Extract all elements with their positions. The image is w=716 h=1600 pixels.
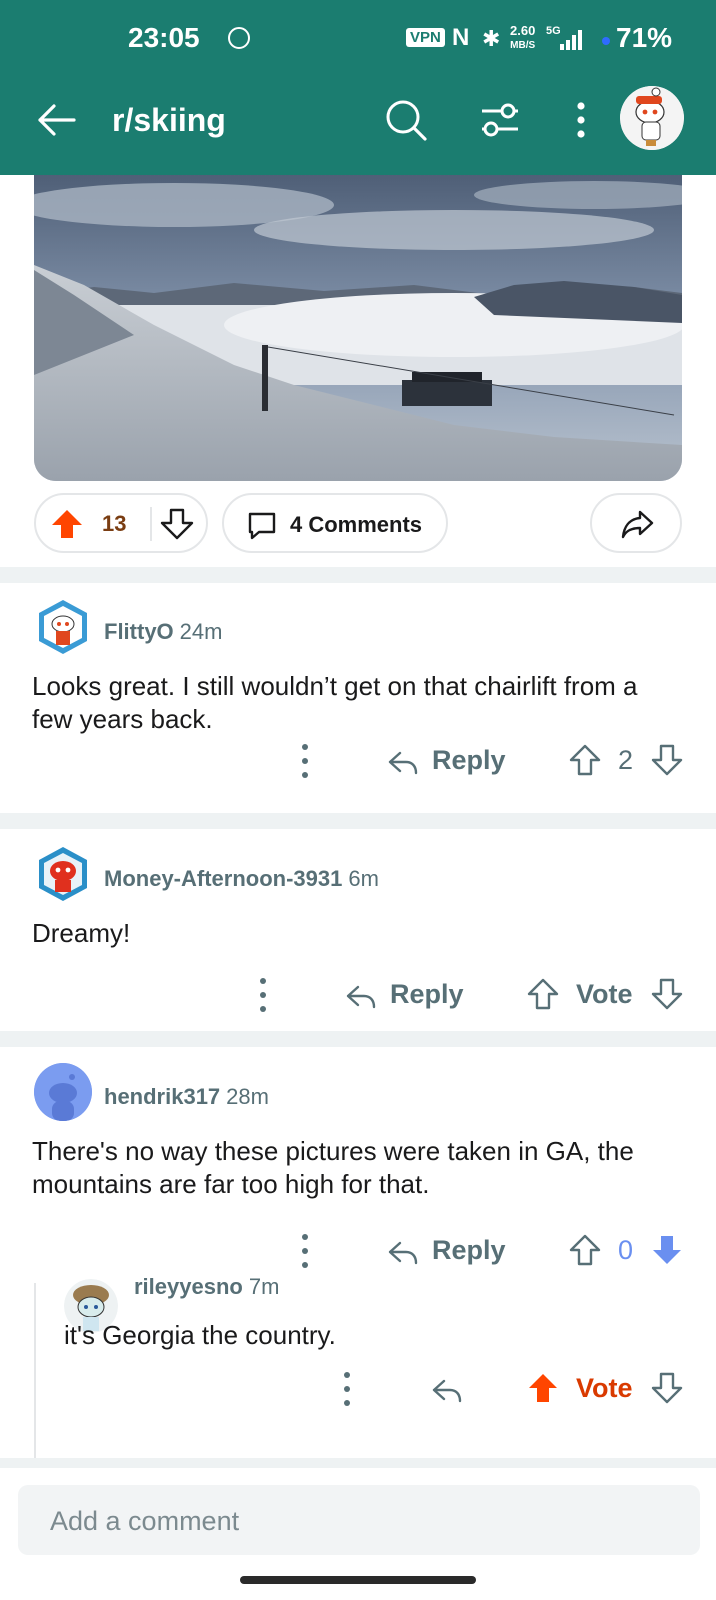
comment: FlittyO 24m Looks great. I still wouldn’t… <box>0 583 716 813</box>
share-button[interactable] <box>590 493 682 553</box>
comment-actions: Reply 2 <box>0 737 716 787</box>
subreddit-title[interactable]: r/skiing <box>112 102 226 139</box>
comment-body: There's no way these pictures were taken… <box>32 1136 634 1199</box>
signal-icon <box>560 30 588 50</box>
filter-icon[interactable] <box>478 98 522 142</box>
section-divider <box>0 1458 716 1468</box>
downvote-icon[interactable] <box>650 1371 684 1405</box>
commenter-avatar[interactable] <box>34 1063 92 1121</box>
more-options-icon[interactable] <box>342 1369 352 1409</box>
back-arrow-icon[interactable] <box>34 98 78 142</box>
comment-actions: Reply 0 <box>0 1227 716 1277</box>
upvote-icon[interactable] <box>50 507 84 541</box>
vote-count: 0 <box>618 1235 634 1265</box>
commenter-avatar[interactable] <box>34 598 92 656</box>
comments-button[interactable]: 4 Comments <box>222 493 448 553</box>
status-bar: 23:05 VPN N ✱ 2.60 MB/S 5G 71% <box>0 0 716 80</box>
search-icon[interactable] <box>384 98 428 142</box>
bluetooth-icon: ✱ <box>482 26 501 51</box>
commenter-avatar[interactable] <box>34 845 92 903</box>
battery-dot-icon <box>602 37 610 45</box>
dnd-icon <box>228 27 250 49</box>
section-divider <box>0 813 716 829</box>
downvote-icon[interactable] <box>650 977 684 1011</box>
comment-actions: Vote <box>0 1365 716 1415</box>
add-comment-input[interactable] <box>48 1495 672 1547</box>
network-type: 5G <box>546 25 561 37</box>
reply-icon <box>346 985 376 1009</box>
comment-time: 24m <box>179 619 223 644</box>
reply-icon <box>432 1379 462 1403</box>
vpn-badge: VPN <box>406 28 445 47</box>
comment: hendrik317 28m There's no way these pictu… <box>0 1047 716 1467</box>
reply-icon <box>388 1241 418 1265</box>
vote-count: 2 <box>618 745 634 775</box>
clock: 23:05 <box>128 22 200 53</box>
post-score: 13 <box>102 511 127 536</box>
comment-body: it's Georgia the country. <box>64 1320 336 1350</box>
comment-body: Looks great. I still wouldn’t get on tha… <box>32 671 638 734</box>
vote-label: Vote <box>576 1373 633 1403</box>
vote-pill: 13 <box>34 493 208 553</box>
vote-separator <box>150 507 152 541</box>
comment-time: 7m <box>248 1274 280 1299</box>
more-vertical-icon[interactable] <box>566 98 596 142</box>
home-indicator[interactable] <box>240 1576 476 1584</box>
reply-button[interactable] <box>430 1365 470 1415</box>
downvote-icon-active[interactable] <box>650 1233 684 1267</box>
more-options-icon[interactable] <box>258 975 268 1015</box>
comment-author[interactable]: FlittyO 24m <box>104 619 222 645</box>
share-icon <box>621 510 654 539</box>
comment-actions: Reply Vote <box>0 971 716 1021</box>
network-speed: 2.60 MB/S <box>510 23 536 51</box>
nfc-icon: N <box>452 24 470 51</box>
comment-time: 28m <box>226 1084 269 1109</box>
section-divider <box>0 567 716 583</box>
comment: Money-Afternoon-3931 6m Dreamy! Reply Vot… <box>0 829 716 1029</box>
reply-button[interactable]: Reply <box>386 1227 506 1277</box>
comment-time: 6m <box>348 866 379 891</box>
comment-composer[interactable] <box>18 1485 700 1555</box>
section-divider <box>0 1031 716 1047</box>
user-avatar[interactable] <box>620 86 684 150</box>
upvote-icon[interactable] <box>568 1233 602 1267</box>
comments-count-label: 4 Comments <box>290 512 423 537</box>
comment-author[interactable]: Money-Afternoon-3931 6m <box>104 866 379 892</box>
reply-button[interactable]: Reply <box>386 737 506 787</box>
comment-icon <box>248 512 276 540</box>
reply-icon <box>388 751 418 775</box>
comment-author[interactable]: rileyyesno 7m <box>134 1274 279 1300</box>
vote-label: Vote <box>576 979 633 1009</box>
battery-level: 71% <box>616 22 673 53</box>
comment-body: Dreamy! <box>32 918 131 948</box>
upvote-icon[interactable] <box>568 743 602 777</box>
downvote-icon[interactable] <box>160 507 194 541</box>
more-options-icon[interactable] <box>300 1231 310 1271</box>
app-bar: r/skiing <box>0 80 716 175</box>
more-options-icon[interactable] <box>300 741 310 781</box>
upvote-icon-active[interactable] <box>526 1371 560 1405</box>
upvote-icon[interactable] <box>526 977 560 1011</box>
reply-button[interactable]: Reply <box>344 971 464 1021</box>
post-image[interactable] <box>34 175 682 481</box>
comment-author[interactable]: hendrik317 28m <box>104 1084 269 1110</box>
downvote-icon[interactable] <box>650 743 684 777</box>
